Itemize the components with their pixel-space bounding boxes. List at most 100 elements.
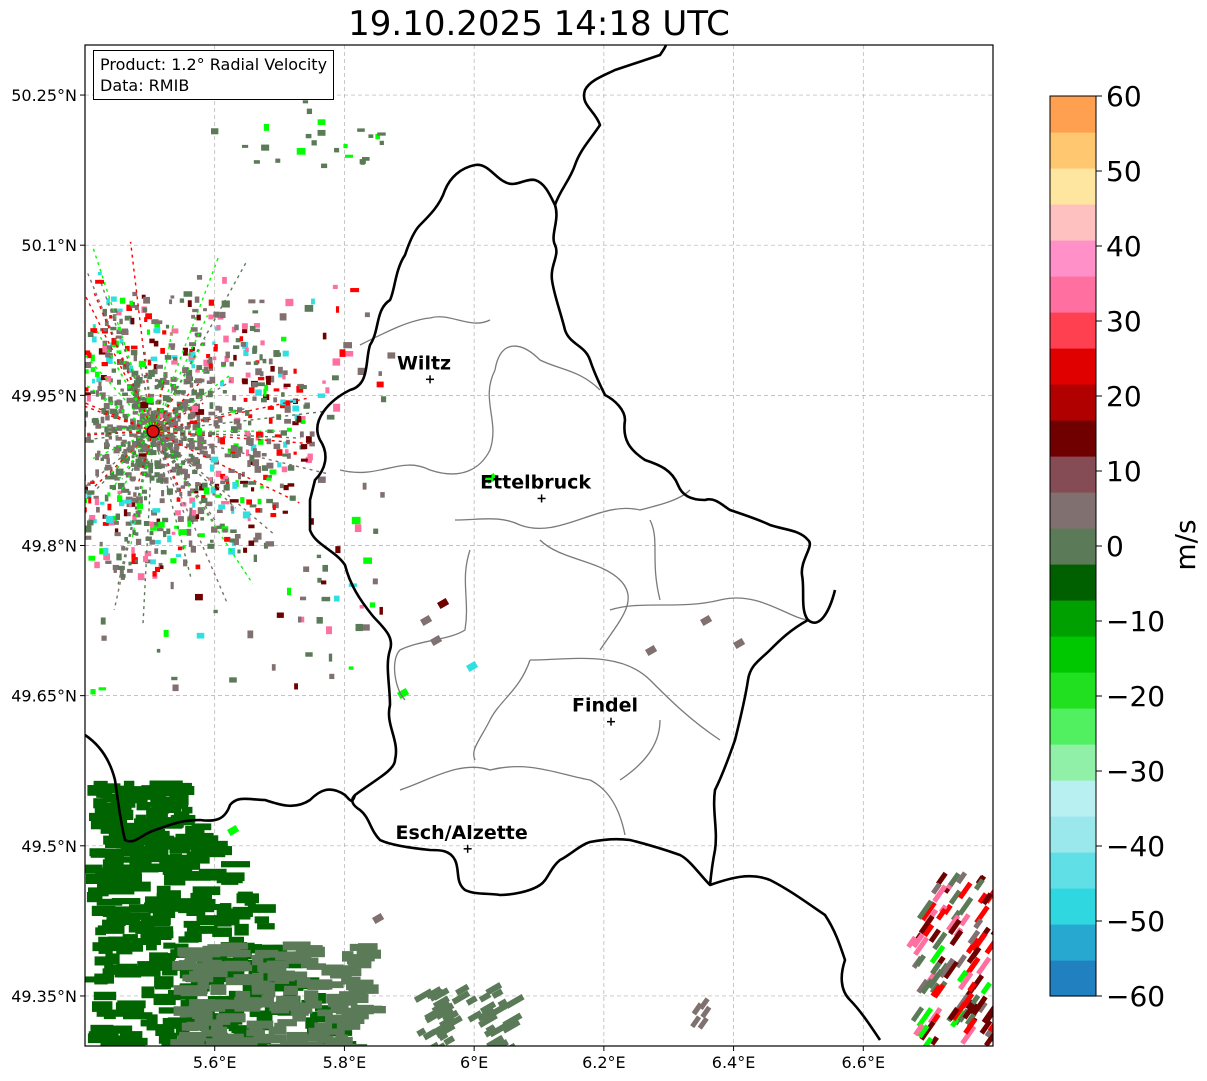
echo-pixel bbox=[85, 873, 107, 884]
echo-pixel bbox=[222, 276, 227, 284]
echo-pixel bbox=[127, 522, 131, 526]
echo-pixel bbox=[132, 291, 138, 297]
echo-pixel bbox=[111, 898, 141, 905]
colorbar: 60 50 40 30 20 10 0 −10 −20 −30 −40 −50 −60 bbox=[1049, 80, 1165, 1013]
radar-map: 5.6°E 5.8°E 6°E 6.2°E 6.4°E 6.6°E 50.25°N 50.1°… bbox=[0, 44, 1202, 1072]
echo-pixel bbox=[94, 973, 108, 985]
echo-pixel bbox=[141, 830, 170, 842]
x-tick-label: 5.6°E bbox=[193, 1053, 237, 1072]
echo-pixel bbox=[387, 352, 396, 359]
echo-pixel bbox=[48, 523, 54, 527]
echo-pixel bbox=[68, 473, 73, 478]
echo-pixel bbox=[42, 463, 49, 468]
echo-pixel bbox=[172, 898, 192, 906]
colorbar-tick-label: −60 bbox=[1106, 980, 1165, 1013]
echo-pixel bbox=[322, 332, 327, 340]
echo-pixel bbox=[203, 308, 207, 312]
echo-pixel bbox=[47, 406, 50, 412]
colorbar-unit-label: m/s bbox=[1169, 519, 1202, 570]
data-source-label: Data: RMIB bbox=[100, 76, 190, 95]
echo-pixel bbox=[210, 486, 215, 494]
echo-pixel bbox=[178, 960, 192, 970]
echo-pixel bbox=[282, 510, 288, 514]
colorbar-segment bbox=[1050, 852, 1096, 889]
echo-pixel bbox=[94, 561, 100, 569]
echo-pixel bbox=[125, 460, 130, 464]
echo-pixel bbox=[65, 352, 71, 359]
echo-pixel bbox=[376, 381, 384, 388]
echo-pixel bbox=[357, 128, 365, 132]
echo-pixel bbox=[99, 501, 105, 505]
echo-pixel bbox=[274, 976, 290, 984]
echo-pixel bbox=[188, 453, 194, 457]
echo-pixel bbox=[137, 573, 145, 581]
echo-pixel bbox=[373, 528, 379, 534]
echo-pixel bbox=[179, 298, 185, 303]
echo-pixel bbox=[276, 414, 282, 420]
echo-pixel bbox=[325, 387, 330, 394]
echo-pixel bbox=[22, 469, 27, 473]
city-label: Findel bbox=[572, 695, 638, 717]
echo-pixel bbox=[57, 453, 63, 458]
echo-pixel bbox=[133, 354, 138, 362]
echo-pixel bbox=[80, 404, 84, 410]
echo-pixel bbox=[126, 426, 131, 431]
echo-pixel bbox=[46, 349, 49, 355]
echo-pixel bbox=[146, 329, 151, 335]
echo-pixel bbox=[21, 453, 27, 457]
echo-pixel bbox=[68, 424, 72, 429]
echo-pixel bbox=[36, 504, 40, 509]
echo-pixel bbox=[62, 495, 66, 501]
echo-pixel bbox=[213, 609, 218, 614]
echo-pixel bbox=[317, 119, 326, 125]
echo-pixel bbox=[270, 365, 275, 372]
echo-pixel bbox=[306, 108, 313, 115]
echo-pixel bbox=[115, 436, 122, 441]
echo-pixel bbox=[195, 564, 201, 570]
echo-pixel bbox=[158, 379, 163, 385]
echo-pixel bbox=[303, 566, 310, 572]
echo-pixel bbox=[223, 475, 229, 480]
echo-pixel bbox=[60, 427, 65, 431]
echo-pixel bbox=[252, 347, 257, 354]
echo-pixel bbox=[246, 1020, 274, 1029]
echo-pixel bbox=[328, 653, 333, 662]
echo-pixel bbox=[70, 430, 73, 434]
echo-pixel bbox=[154, 566, 161, 573]
echo-pixel bbox=[0, 443, 5, 448]
colorbar-segment bbox=[1050, 456, 1096, 493]
echo-pixel bbox=[65, 358, 72, 362]
echo-pixel bbox=[4, 456, 9, 459]
echo-pixel bbox=[210, 984, 227, 995]
echo-pixel bbox=[27, 416, 31, 422]
echo-pixel bbox=[0, 422, 2, 428]
echo-pixel bbox=[265, 375, 271, 380]
echo-pixel bbox=[65, 418, 71, 423]
echo-pixel bbox=[53, 519, 58, 524]
echo-pixel bbox=[346, 1043, 368, 1046]
echo-pixel bbox=[259, 299, 265, 304]
echo-pixel bbox=[136, 802, 151, 811]
echo-pixel bbox=[91, 905, 116, 916]
echo-pixel bbox=[100, 617, 106, 625]
echo-pixel bbox=[30, 410, 34, 417]
echo-pixel bbox=[283, 985, 298, 996]
echo-pixel bbox=[152, 1045, 166, 1046]
echo-pixel bbox=[209, 402, 214, 409]
echo-pixel bbox=[135, 814, 147, 825]
colorbar-segment bbox=[1050, 672, 1096, 709]
echo-pixel bbox=[172, 684, 179, 692]
echo-pixel bbox=[283, 370, 288, 375]
echo-pixel bbox=[30, 431, 34, 438]
echo-pixel bbox=[144, 550, 152, 557]
echo-pixel bbox=[240, 497, 245, 504]
city-label: Esch/Alzette bbox=[396, 822, 528, 844]
echo-pixel bbox=[194, 1011, 213, 1022]
echo-pixel bbox=[154, 548, 159, 554]
echo-pixel bbox=[233, 974, 254, 984]
echo-pixel bbox=[116, 1035, 128, 1046]
echo-pixel bbox=[154, 980, 171, 990]
echo-pixel bbox=[305, 652, 313, 657]
echo-pixel bbox=[94, 498, 100, 506]
echo-pixel bbox=[281, 466, 288, 473]
